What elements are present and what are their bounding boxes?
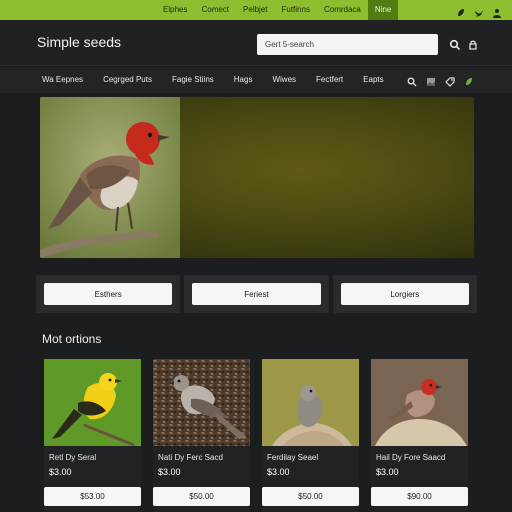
product-image-yellow-bird — [44, 359, 141, 446]
leaf-icon[interactable] — [456, 5, 466, 16]
product-card[interactable]: Hail Dy Fore Saacd $3.00 $90.00 — [371, 359, 468, 512]
leaf-icon[interactable] — [464, 74, 474, 85]
product-price-button[interactable]: $50.00 — [262, 487, 359, 506]
top-links: Elphes Comect Pelbjet Futfinns Comrdaca … — [156, 0, 399, 20]
nav-item-2[interactable]: Cegrged Puts — [103, 67, 152, 93]
product-image-red-finch — [371, 359, 468, 446]
product-name: Ferdilay Seael — [267, 453, 319, 462]
hero-banner[interactable] — [40, 97, 474, 258]
product-price: $3.00 — [49, 467, 72, 477]
product-price: $3.00 — [267, 467, 290, 477]
social-icons — [456, 0, 502, 20]
product-card[interactable]: Retl Dy Seral $3.00 $53.00 — [44, 359, 141, 512]
product-card[interactable]: Ferdilay Seael $3.00 $50.00 — [262, 359, 359, 512]
product-price-button[interactable]: $50.00 — [153, 487, 250, 506]
search-input[interactable] — [257, 34, 438, 55]
product-price: $3.00 — [158, 467, 181, 477]
top-link-4[interactable]: Futfinns — [275, 0, 317, 20]
nav-item-3[interactable]: Fagie Stiins — [172, 67, 214, 93]
product-price-button[interactable]: $53.00 — [44, 487, 141, 506]
main-nav: Wa Eepnes Cegrged Puts Fagie Stiins Hags… — [0, 67, 512, 93]
product-image-seed-pile-bird — [262, 359, 359, 446]
bird-icon[interactable] — [474, 5, 484, 17]
section-title: Mot ortions — [42, 332, 102, 346]
nav-item-4[interactable]: Hags — [234, 67, 253, 93]
top-link-5[interactable]: Comrdaca — [317, 0, 368, 20]
product-price: $3.00 — [376, 467, 399, 477]
category-button-2[interactable]: Feriest — [192, 283, 321, 305]
top-link-3[interactable]: Pelbjet — [236, 0, 274, 20]
product-name: Hail Dy Fore Saacd — [376, 453, 446, 462]
hero-bird-image — [40, 97, 180, 258]
product-name: Retl Dy Seral — [49, 453, 97, 462]
nav-tools — [407, 74, 474, 87]
search-icon[interactable] — [407, 74, 417, 87]
image-icon[interactable] — [426, 74, 436, 86]
nav-item-7[interactable]: Eapts — [363, 67, 383, 93]
product-name: Nati Dy Ferc Sacd — [158, 453, 223, 462]
top-link-6-active[interactable]: Nine — [367, 0, 399, 20]
product-price-button[interactable]: $90.00 — [371, 487, 468, 506]
person-icon[interactable] — [492, 5, 502, 18]
category-button-3[interactable]: Lorgiers — [340, 283, 469, 305]
nav-item-5[interactable]: Wiwes — [272, 67, 296, 93]
category-card: Lorgiers — [332, 275, 477, 313]
category-card: Feriest — [184, 275, 329, 313]
category-card: Esthers — [36, 275, 181, 313]
site-header: Simple seeds — [0, 20, 512, 66]
brand-logo[interactable]: Simple seeds — [37, 34, 121, 50]
top-link-2[interactable]: Comect — [194, 0, 236, 20]
search-icon[interactable] — [449, 38, 461, 51]
lock-icon[interactable] — [467, 38, 479, 50]
category-button-1[interactable]: Esthers — [44, 283, 173, 305]
top-utility-bar: Elphes Comect Pelbjet Futfinns Comrdaca … — [0, 0, 512, 20]
tag-icon[interactable] — [445, 74, 455, 87]
nav-item-1[interactable]: Wa Eepnes — [42, 67, 83, 93]
category-row: Esthers Feriest Lorgiers — [36, 275, 477, 313]
product-grid: Retl Dy Seral $3.00 $53.00 Nati Dy Ferc … — [44, 359, 468, 512]
product-card[interactable]: Nati Dy Ferc Sacd $3.00 $50.00 — [153, 359, 250, 512]
top-link-1[interactable]: Elphes — [156, 0, 194, 20]
nav-item-6[interactable]: Fectfert — [316, 67, 343, 93]
product-image-sparrow — [153, 359, 250, 446]
